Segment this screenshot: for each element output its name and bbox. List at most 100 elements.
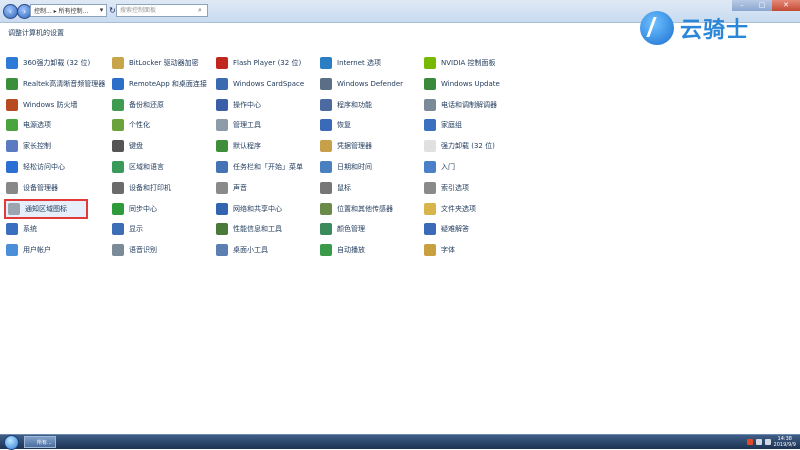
- knight-logo-icon: [640, 11, 674, 45]
- control-panel-item[interactable]: NVIDIA 控制面板: [424, 55, 496, 71]
- control-panel-item[interactable]: 性能信息和工具: [216, 221, 282, 237]
- control-panel-item-icon: [216, 202, 228, 215]
- control-panel-item-icon: [320, 140, 332, 153]
- control-panel-item[interactable]: 操作中心: [216, 97, 261, 113]
- control-panel-item[interactable]: Windows Update: [424, 76, 500, 92]
- control-panel-item[interactable]: 系统: [6, 221, 37, 237]
- start-button[interactable]: [2, 435, 20, 450]
- control-panel-item[interactable]: 默认程序: [216, 138, 261, 154]
- back-button[interactable]: ‹: [3, 4, 18, 19]
- tray-app-icon[interactable]: [746, 439, 753, 445]
- control-panel-item[interactable]: 位置和其他传感器: [320, 201, 393, 217]
- control-panel-item[interactable]: 任务栏和「开始」菜单: [216, 159, 303, 175]
- control-panel-item[interactable]: 声音: [216, 180, 247, 196]
- control-panel-item[interactable]: Windows Defender: [320, 76, 403, 92]
- control-panel-item-label: 系统: [23, 225, 37, 234]
- control-panel-item[interactable]: 通知区域图标: [4, 198, 88, 219]
- control-panel-item-label: Windows Update: [441, 79, 500, 88]
- control-panel-item-label: 入门: [441, 163, 455, 171]
- control-panel-item[interactable]: Realtek高清晰音频管理器: [6, 76, 105, 92]
- control-panel-item[interactable]: Flash Player (32 位): [216, 55, 301, 71]
- control-panel-item[interactable]: 鼠标: [320, 180, 351, 196]
- control-panel-item[interactable]: 家庭组: [424, 117, 462, 133]
- control-panel-item-icon: [216, 140, 228, 153]
- control-panel-item-icon: [112, 181, 124, 194]
- control-panel-item-label: 区域和语言: [129, 163, 164, 171]
- control-panel-item-icon: [6, 77, 18, 90]
- control-panel-item[interactable]: 强力卸载 (32 位): [424, 138, 495, 154]
- control-panel-item-icon: [320, 202, 332, 215]
- control-panel-item[interactable]: 设备和打印机: [112, 180, 171, 196]
- control-panel-item[interactable]: 管理工具: [216, 117, 261, 133]
- control-panel-item-label: 日期和时间: [337, 163, 372, 171]
- control-panel-item[interactable]: 程序和功能: [320, 97, 372, 113]
- volume-icon[interactable]: [764, 439, 771, 445]
- control-panel-item-icon: [216, 161, 228, 173]
- control-panel-item[interactable]: 区域和语言: [112, 159, 164, 175]
- logo-text: 云骑士: [680, 18, 750, 43]
- control-panel-item-icon: [424, 77, 436, 90]
- control-panel-item[interactable]: 个性化: [112, 117, 150, 133]
- control-panel-item-label: 字体: [441, 246, 455, 255]
- control-panel-item[interactable]: 桌面小工具: [216, 242, 268, 258]
- control-panel-item[interactable]: 轻松访问中心: [6, 159, 65, 175]
- control-panel-item-label: 操作中心: [233, 100, 261, 109]
- control-panel-item[interactable]: Internet 选项: [320, 55, 381, 71]
- control-panel-item[interactable]: 显示: [112, 221, 143, 237]
- control-panel-item-icon: [6, 98, 18, 111]
- control-panel-item-icon: [424, 140, 436, 153]
- control-panel-item[interactable]: 自动播放: [320, 242, 365, 258]
- control-panel-item[interactable]: 键盘: [112, 138, 143, 154]
- control-panel-item[interactable]: 颜色管理: [320, 221, 365, 237]
- control-panel-item-label: 强力卸载 (32 位): [441, 142, 495, 151]
- control-panel-item-label: 声音: [233, 183, 247, 192]
- control-panel-item-label: 语音识别: [129, 246, 157, 255]
- control-panel-item[interactable]: 恢复: [320, 117, 351, 133]
- search-icon[interactable]: ⌕: [198, 6, 202, 15]
- control-panel-item[interactable]: 同步中心: [112, 201, 157, 217]
- control-panel-item-label: 疑难解答: [441, 225, 469, 234]
- control-panel-item-icon: [320, 98, 332, 111]
- address-dropdown-icon[interactable]: ▾: [96, 4, 107, 17]
- control-panel-item-label: 文件夹选项: [441, 204, 476, 213]
- control-panel-item[interactable]: 日期和时间: [320, 159, 372, 175]
- watermark-logo: 云骑士: [640, 10, 780, 46]
- control-panel-item[interactable]: 电话和调制解调器: [424, 97, 497, 113]
- control-panel-item-icon: [216, 181, 228, 194]
- control-panel-item-icon: [6, 181, 18, 194]
- control-panel-item-label: 家庭组: [441, 121, 462, 130]
- control-panel-item[interactable]: 用户帐户: [6, 242, 51, 258]
- control-panel-item[interactable]: 家长控制: [6, 138, 51, 154]
- control-panel-item-icon: [424, 223, 436, 236]
- control-panel-item-icon: [216, 119, 228, 132]
- control-panel-item[interactable]: 设备管理器: [6, 180, 58, 196]
- taskbar-app-control-panel[interactable]: 所有...: [24, 436, 56, 448]
- control-panel-item[interactable]: 备份和还原: [112, 97, 164, 113]
- control-panel-item-label: 备份和还原: [129, 100, 164, 109]
- control-panel-item[interactable]: 文件夹选项: [424, 201, 476, 217]
- control-panel-item-icon: [112, 119, 124, 132]
- control-panel-item[interactable]: 360强力卸载 (32 位): [6, 55, 90, 71]
- control-panel-item[interactable]: Windows 防火墙: [6, 97, 77, 113]
- control-panel-item[interactable]: 入门: [424, 159, 455, 175]
- search-input[interactable]: 搜索控制面板: [116, 4, 208, 17]
- control-panel-item-icon: [6, 119, 18, 132]
- control-panel-item[interactable]: Windows CardSpace: [216, 76, 304, 92]
- control-panel-item[interactable]: 凭据管理器: [320, 138, 372, 154]
- control-panel-item[interactable]: 语音识别: [112, 242, 157, 258]
- control-panel-item[interactable]: 疑难解答: [424, 221, 469, 237]
- clock[interactable]: 14:38 2019/9/9: [774, 436, 796, 448]
- control-panel-item[interactable]: 网络和共享中心: [216, 201, 282, 217]
- control-panel-item[interactable]: 电源选项: [6, 117, 51, 133]
- control-panel-item[interactable]: RemoteApp 和桌面连接: [112, 76, 207, 92]
- control-panel-item-label: 键盘: [129, 142, 143, 151]
- control-panel-item-icon: [112, 140, 124, 153]
- control-panel-item-icon: [424, 181, 436, 194]
- control-panel-item[interactable]: 字体: [424, 242, 455, 258]
- control-panel-item-label: BitLocker 驱动器加密: [129, 59, 199, 67]
- control-panel-item-icon: [424, 244, 436, 257]
- control-panel-item-label: 用户帐户: [23, 246, 51, 255]
- control-panel-item[interactable]: BitLocker 驱动器加密: [112, 55, 199, 71]
- network-icon[interactable]: [755, 439, 762, 445]
- control-panel-item[interactable]: 索引选项: [424, 180, 469, 196]
